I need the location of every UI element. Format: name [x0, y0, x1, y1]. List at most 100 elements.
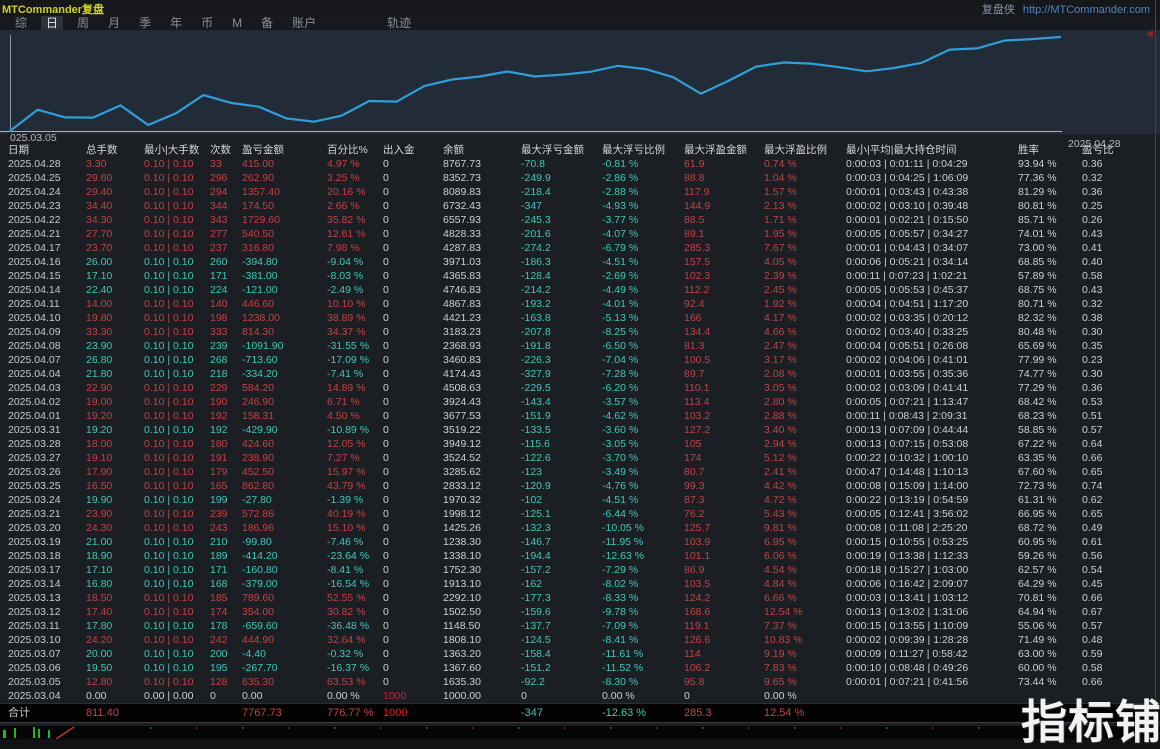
table-cell: 12.80	[86, 676, 113, 688]
table-header-cell[interactable]: 总手数	[84, 143, 142, 157]
table-cell: -8.33 %	[602, 592, 639, 604]
table-header-cell[interactable]: 盈亏金额	[240, 143, 325, 157]
table-row[interactable]: 2025.04.14 22.40 0.10 | 0.10 224 -121.00 -2.4…	[0, 283, 1160, 297]
table-row[interactable]: 2025.03.12 17.40 0.10 | 0.10 174 354.00 30.82…	[0, 605, 1160, 619]
table-header-cell[interactable]: 盈亏比	[1080, 143, 1130, 157]
table-cell: 2025.04.28	[8, 158, 61, 170]
table-row[interactable]: 2025.04.16 26.00 0.10 | 0.10 260 -394.80 -9.0…	[0, 255, 1160, 269]
menu-item-季[interactable]: 季	[134, 16, 156, 31]
table-row[interactable]: 2025.03.18 18.90 0.10 | 0.10 189 -414.20 -23.…	[0, 549, 1160, 563]
table-cell: 776.77 %	[325, 703, 381, 723]
table-row[interactable]: 2025.03.21 23.90 0.10 | 0.10 239 572.86 40.19…	[0, 507, 1160, 521]
right-scroll-divider[interactable]	[1155, 0, 1156, 739]
table-cell: 0.10 | 0.10	[144, 410, 194, 422]
table-row[interactable]: 2025.04.01 19.20 0.10 | 0.10 192 158.31 4.50 …	[0, 409, 1160, 423]
table-header-cell[interactable]: 胜率	[1016, 143, 1080, 157]
table-header-cell[interactable]: 日期	[0, 143, 84, 157]
table-row[interactable]: 2025.03.31 19.20 0.10 | 0.10 192 -429.90 -10.…	[0, 423, 1160, 437]
table-row[interactable]: 2025.04.04 21.80 0.10 | 0.10 218 -334.20 -7.4…	[0, 367, 1160, 381]
menu-item-M[interactable]: M	[227, 16, 247, 31]
table-row[interactable]: 2025.04.11 14.00 0.10 | 0.10 140 446.60 10.10…	[0, 297, 1160, 311]
table-row[interactable]: 2025.03.17 17.10 0.10 | 0.10 171 -160.80 -8.4…	[0, 563, 1160, 577]
menu-item-年[interactable]: 年	[165, 16, 187, 31]
menu-item-币[interactable]: 币	[196, 16, 218, 31]
total-row[interactable]: 合计 811.40 7767.73 776.77 % 1000 -347 -12.63 % 2…	[0, 703, 1160, 723]
table-header-cell[interactable]: 余额	[441, 143, 519, 157]
table-cell: 285.3	[682, 703, 762, 723]
table-row[interactable]: 2025.03.24 19.90 0.10 | 0.10 199 -27.80 -1.39…	[0, 493, 1160, 507]
table-row[interactable]: 2025.04.24 29.40 0.10 | 0.10 294 1357.40 20.1…	[0, 185, 1160, 199]
table-cell: 0:00:11 | 0:08:43 | 2:09:31	[846, 410, 968, 422]
menu-item-账户[interactable]: 账户	[287, 16, 321, 31]
table-row[interactable]: 2025.03.14 16.80 0.10 | 0.10 168 -379.00 -16.…	[0, 577, 1160, 591]
table-row[interactable]: 2025.04.02 19.00 0.10 | 0.10 190 246.90 6.71 …	[0, 395, 1160, 409]
table-header-cell[interactable]: 最大浮亏金额	[519, 143, 600, 157]
table-cell: 88.8	[684, 172, 705, 184]
table-cell: 0	[383, 200, 389, 212]
table-cell: 1808.10	[443, 634, 481, 646]
menu-item-月[interactable]: 月	[103, 16, 125, 31]
table-row[interactable]: 2025.03.28 18.00 0.10 | 0.10 180 424.60 12.05…	[0, 437, 1160, 451]
table-row[interactable]: 2025.03.05 12.80 0.10 | 0.10 128 635.30 63.53…	[0, 675, 1160, 689]
table-row[interactable]: 2025.04.07 26.80 0.10 | 0.10 268 -713.60 -17.…	[0, 353, 1160, 367]
table-row[interactable]: 2025.04.21 27.70 0.10 | 0.10 277 540.50 12.61…	[0, 227, 1160, 241]
table-row[interactable]: 2025.04.03 22.90 0.10 | 0.10 229 584.20 14.89…	[0, 381, 1160, 395]
table-row[interactable]: 2025.04.22 34.30 0.10 | 0.10 343 1729.60 35.8…	[0, 213, 1160, 227]
table-cell: -1091.90	[242, 340, 284, 352]
table-row[interactable]: 2025.03.11 17.80 0.10 | 0.10 178 -659.60 -36.…	[0, 619, 1160, 633]
table-cell: 2025.03.27	[8, 452, 61, 464]
table-cell: 8767.73	[443, 158, 481, 170]
table-header-cell[interactable]: 最大浮盈金额	[682, 143, 762, 157]
menu-item-周[interactable]: 周	[72, 16, 94, 31]
table-row[interactable]: 2025.03.26 17.90 0.10 | 0.10 179 452.50 15.97…	[0, 465, 1160, 479]
table-cell: 6.71 %	[327, 396, 360, 408]
table-row[interactable]: 2025.04.17 23.70 0.10 | 0.10 237 316.80 7.98 …	[0, 241, 1160, 255]
table-row[interactable]: 2025.03.04 0.00 0.00 | 0.00 0 0.00 0.00 % 1000…	[0, 689, 1160, 704]
table-row[interactable]: 2025.03.07 20.00 0.10 | 0.10 200 -4.40 -0.32 …	[0, 647, 1160, 661]
table-row[interactable]: 2025.03.25 16.50 0.10 | 0.10 165 862.80 43.79…	[0, 479, 1160, 493]
candle-dot	[748, 727, 750, 729]
menu-item-综[interactable]: 综	[10, 16, 32, 31]
table-cell: 0.10 | 0.10	[144, 368, 194, 380]
table-header-cell[interactable]: 次数	[208, 143, 240, 157]
menu-item-轨迹[interactable]: 轨迹	[382, 16, 416, 31]
table-row[interactable]: 2025.03.27 19.10 0.10 | 0.10 191 238.90 7.27 …	[0, 451, 1160, 465]
table-header-cell[interactable]: 最大浮亏比例	[600, 143, 682, 157]
table-cell: -36.48 %	[327, 620, 370, 632]
table-row[interactable]: 2025.04.15 17.10 0.10 | 0.10 171 -381.00 -8.0…	[0, 269, 1160, 283]
table-row[interactable]: 2025.03.10 24.20 0.10 | 0.10 242 444.90 32.64…	[0, 633, 1160, 647]
table-row[interactable]: 2025.03.19 21.00 0.10 | 0.10 210 -99.80 -7.46…	[0, 535, 1160, 549]
table-row[interactable]: 2025.04.10 19.80 0.10 | 0.10 198 1238.00 38.8…	[0, 311, 1160, 325]
table-header-cell[interactable]: 出入金	[381, 143, 441, 157]
table-row[interactable]: 2025.03.20 24.30 0.10 | 0.10 243 186.96 15.10…	[0, 521, 1160, 535]
table-header-cell[interactable]: 最小|大手数	[142, 143, 208, 157]
table-row[interactable]: 2025.04.28 3.30 0.10 | 0.10 33 415.00 4.97 % 0…	[0, 157, 1160, 171]
table-cell: -31.55 %	[327, 340, 370, 352]
table-cell: 7.27 %	[327, 452, 360, 464]
table-cell: 0:00:47 | 0:14:48 | 1:10:13	[846, 466, 969, 478]
table-cell: 0:00:15 | 0:10:55 | 0:53:25	[846, 536, 969, 548]
table-row[interactable]: 2025.03.06 19.50 0.10 | 0.10 195 -267.70 -16.…	[0, 661, 1160, 675]
menu-item-备[interactable]: 备	[256, 16, 278, 31]
menu-item-日[interactable]: 日	[41, 15, 64, 31]
table-cell: 238.90	[242, 452, 275, 464]
scroll-left-arrow-icon[interactable]	[1146, 30, 1153, 38]
table-cell: 19.10	[86, 452, 113, 464]
table-cell: 72.73 %	[1018, 480, 1057, 492]
table-row[interactable]: 2025.04.23 34.40 0.10 | 0.10 344 174.50 2.66 …	[0, 199, 1160, 213]
table-header-cell[interactable]: 最小|平均|最大持仓时间	[844, 143, 1016, 157]
table-row[interactable]: 2025.04.09 33.30 0.10 | 0.10 333 814.30 34.37…	[0, 325, 1160, 339]
table-cell: 0.10 | 0.10	[144, 214, 194, 226]
table-cell: -133.5	[521, 424, 551, 436]
table-cell: 4174.43	[443, 368, 481, 380]
candle-dot	[656, 727, 658, 729]
table-cell: 110.1	[684, 382, 710, 394]
table-header-cell[interactable]: 百分比%	[325, 143, 381, 157]
table-row[interactable]: 2025.04.08 23.90 0.10 | 0.10 239 -1091.90 -31…	[0, 339, 1160, 353]
table-header-cell[interactable]: 最大浮盈比例	[762, 143, 844, 157]
table-cell: 1000.00	[443, 690, 481, 702]
table-cell: 3949.12	[443, 438, 481, 450]
table-cell: 0	[383, 494, 389, 506]
table-row[interactable]: 2025.04.25 29.60 0.10 | 0.10 296 262.90 3.25 …	[0, 171, 1160, 185]
table-row[interactable]: 2025.03.13 18.50 0.10 | 0.10 185 789.60 52.55…	[0, 591, 1160, 605]
